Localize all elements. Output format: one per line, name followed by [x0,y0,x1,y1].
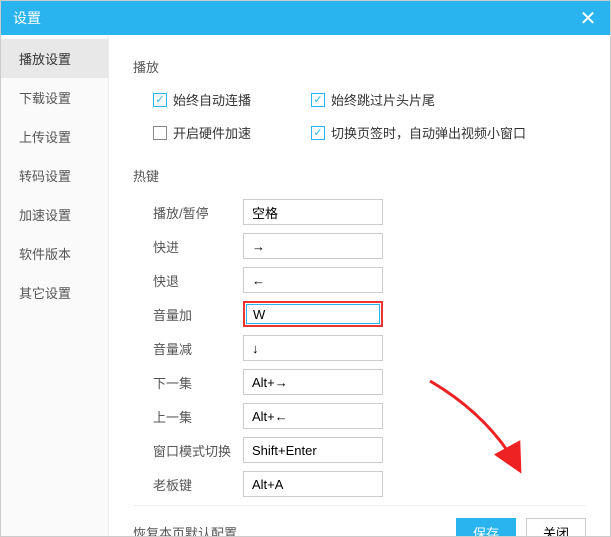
check-icon: ✓ [153,93,167,107]
checkbox-skip-intro[interactable]: ✓ 始终跳过片头片尾 [311,90,435,109]
sidebar-item-transcode[interactable]: 转码设置 [1,156,108,195]
sidebar-item-play[interactable]: 播放设置 [1,39,108,78]
checkbox-label: 始终跳过片头片尾 [331,90,435,109]
sidebar-item-upload[interactable]: 上传设置 [1,117,108,156]
check-icon: ✓ [311,126,325,140]
hotkey-label: 音量加 [153,305,243,324]
hotkey-row-play-pause: 播放/暂停 [153,199,586,225]
checkbox-auto-continuous[interactable]: ✓ 始终自动连播 [153,90,251,109]
hotkey-row-boss-key: 老板键 [153,471,586,497]
hotkey-label: 播放/暂停 [153,203,243,222]
checkbox-label: 始终自动连播 [173,90,251,109]
hotkey-row-forward: 快进 [153,233,586,259]
hotkey-row-volume-up: 音量加 [153,301,586,327]
save-button[interactable]: 保存 [456,518,516,537]
hotkey-label: 老板键 [153,475,243,494]
hotkey-row-next-ep: 下一集 [153,369,586,395]
close-button[interactable]: 关闭 [526,518,586,537]
section-title-hotkey: 热键 [133,166,586,185]
window-title: 设置 [13,8,41,28]
hotkey-label: 音量减 [153,339,243,358]
restore-default-link[interactable]: 恢复本页默认配置 [133,523,237,537]
settings-window: 设置 ✕ 播放设置 下载设置 上传设置 转码设置 加速设置 软件版本 其它设置 … [0,0,611,537]
sidebar-item-other[interactable]: 其它设置 [1,273,108,312]
sidebar-item-version[interactable]: 软件版本 [1,234,108,273]
checkbox-popup-on-tab-switch[interactable]: ✓ 切换页签时，自动弹出视频小窗口 [311,123,526,142]
hotkey-input-play-pause[interactable] [243,199,383,225]
hotkey-label: 上一集 [153,407,243,426]
sidebar-item-download[interactable]: 下载设置 [1,78,108,117]
hotkey-input-volume-up[interactable] [243,301,383,327]
hotkey-list: 播放/暂停 快进 快退 音量加 音量减 [153,199,586,505]
checkbox-hardware-accel[interactable]: 开启硬件加速 [153,123,251,142]
check-icon: ✓ [311,93,325,107]
footer: 恢复本页默认配置 保存 关闭 [133,505,586,537]
hotkey-row-backward: 快退 [153,267,586,293]
hotkey-label: 窗口模式切换 [153,441,243,460]
close-icon[interactable]: ✕ [578,6,598,31]
section-title-play: 播放 [133,57,586,76]
hotkey-input-forward[interactable] [243,233,383,259]
hotkey-input-boss-key[interactable] [243,471,383,497]
hotkey-label: 快进 [153,237,243,256]
hotkey-input-prev-ep[interactable] [243,403,383,429]
hotkey-row-window-mode: 窗口模式切换 [153,437,586,463]
hotkey-input-volume-down[interactable] [243,335,383,361]
hotkey-label: 下一集 [153,373,243,392]
sidebar-item-accel[interactable]: 加速设置 [1,195,108,234]
checkbox-empty-icon [153,126,167,140]
hotkey-input-backward[interactable] [243,267,383,293]
checkbox-label: 切换页签时，自动弹出视频小窗口 [331,123,526,142]
hotkey-input-next-ep[interactable] [243,369,383,395]
hotkey-input-window-mode[interactable] [243,437,383,463]
hotkey-row-prev-ep: 上一集 [153,403,586,429]
main-panel: 播放 ✓ 始终自动连播 ✓ 始终跳过片头片尾 开启硬件加速 ✓ 切 [109,35,610,536]
titlebar: 设置 ✕ [1,1,610,35]
hotkey-row-volume-down: 音量减 [153,335,586,361]
hotkey-label: 快退 [153,271,243,290]
sidebar: 播放设置 下载设置 上传设置 转码设置 加速设置 软件版本 其它设置 [1,35,109,536]
checkbox-label: 开启硬件加速 [173,123,251,142]
